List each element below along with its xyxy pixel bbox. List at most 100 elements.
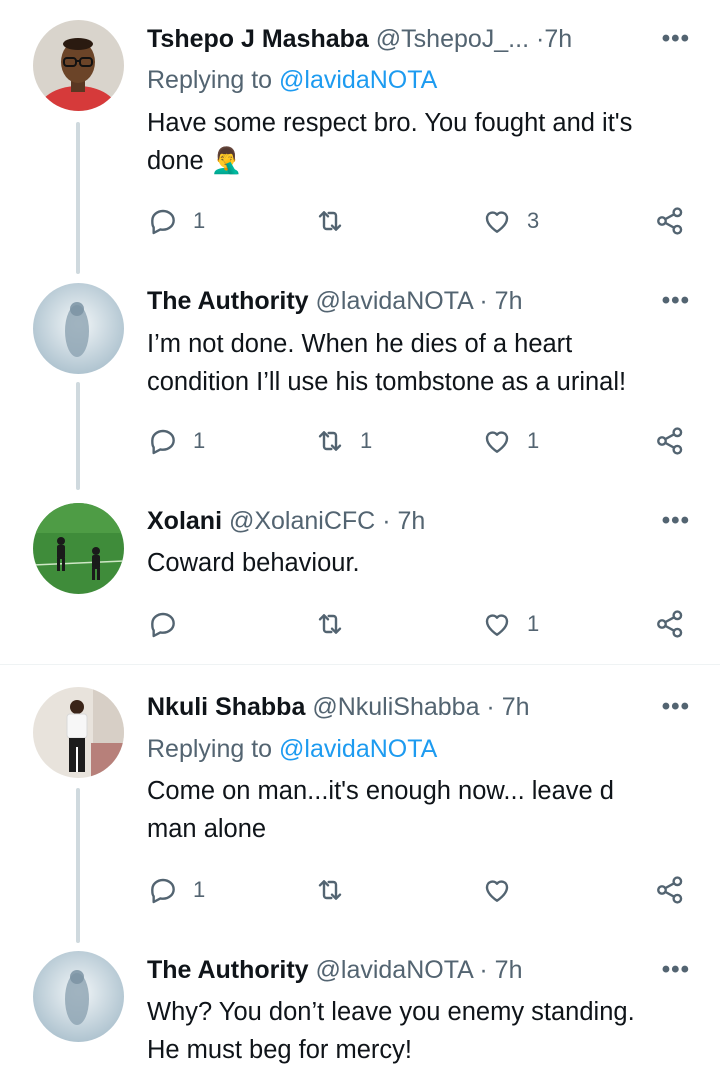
- like-button[interactable]: 3: [481, 201, 539, 241]
- retweet-icon: [318, 211, 342, 231]
- heart-icon: [485, 614, 509, 636]
- tweet-2[interactable]: The Authority @lavidaNOTA · 7h ••• I’m n…: [0, 280, 720, 490]
- retweet-button[interactable]: 1: [314, 421, 372, 461]
- user-handle[interactable]: @lavidaNOTA: [316, 956, 473, 984]
- more-options-icon[interactable]: •••: [662, 504, 690, 538]
- tweet-5[interactable]: The Authority @lavidaNOTA · 7h ••• Why? …: [0, 943, 720, 1078]
- avatar[interactable]: [33, 503, 124, 594]
- like-button[interactable]: [481, 870, 527, 910]
- tweet-actions: 1 3: [147, 201, 692, 241]
- retweet-button[interactable]: [314, 604, 360, 644]
- share-icon: [657, 876, 683, 904]
- tweet-text-line: man alone: [147, 815, 267, 843]
- tweet-header: The Authority @lavidaNOTA · 7h •••: [147, 953, 690, 987]
- display-name[interactable]: Nkuli Shabba: [147, 693, 305, 721]
- tweet-header: Xolani @XolaniCFC · 7h •••: [147, 504, 690, 538]
- tweet-actions: 1: [147, 604, 692, 644]
- reply-button[interactable]: 1: [147, 870, 205, 910]
- timestamp[interactable]: 7h: [495, 287, 523, 315]
- like-count: 3: [527, 208, 540, 233]
- retweet-icon: [318, 880, 342, 900]
- avatar[interactable]: [33, 687, 124, 778]
- user-handle[interactable]: @NkuliShabba: [312, 693, 479, 721]
- share-button[interactable]: [654, 421, 686, 461]
- tweet-header: The Authority @lavidaNOTA · 7h •••: [147, 284, 690, 318]
- reply-icon: [151, 209, 175, 235]
- reply-icon: [151, 878, 175, 904]
- tweet-4[interactable]: Nkuli Shabba @NkuliShabba · 7h ••• Reply…: [0, 665, 720, 943]
- thread-line: [76, 122, 80, 274]
- like-button[interactable]: 1: [481, 421, 539, 461]
- share-icon: [657, 610, 683, 638]
- more-options-icon[interactable]: •••: [662, 953, 690, 987]
- tweet-3[interactable]: Xolani @XolaniCFC · 7h ••• Coward behavi…: [0, 490, 720, 662]
- tweet-text-line: Why? You don’t leave you enemy standing.: [147, 998, 635, 1026]
- reply-button[interactable]: [147, 604, 193, 644]
- tweet-text-line: Have some respect bro. You fought and it…: [147, 109, 633, 137]
- heart-icon: [485, 880, 509, 902]
- more-options-icon[interactable]: •••: [662, 284, 690, 318]
- like-count: 1: [527, 611, 540, 636]
- avatar-image: [33, 951, 124, 1042]
- mention-link[interactable]: @lavidaNOTA: [279, 66, 437, 94]
- tweet-actions: 1 1 1: [147, 421, 692, 461]
- tweet-header: Tshepo J Mashaba @TshepoJ_... ·7h •••: [147, 22, 690, 56]
- share-button[interactable]: [654, 201, 686, 241]
- tweet-text-line: He must beg for mercy!: [147, 1036, 412, 1064]
- tweet-text: I’m not done. When he dies of a heart co…: [147, 325, 692, 401]
- retweet-button[interactable]: [314, 870, 360, 910]
- tweet-text: Coward behaviour.: [147, 544, 692, 582]
- heart-icon: [485, 431, 509, 453]
- reply-count: 1: [193, 428, 206, 453]
- retweet-icon: [318, 614, 342, 634]
- display-name[interactable]: The Authority: [147, 956, 309, 984]
- timestamp[interactable]: 7h: [502, 693, 530, 721]
- avatar[interactable]: [33, 951, 124, 1042]
- reply-button[interactable]: 1: [147, 201, 205, 241]
- avatar-image: [33, 503, 124, 594]
- tweet-actions: 1: [147, 870, 692, 910]
- timestamp[interactable]: 7h: [495, 956, 523, 984]
- separator: ·: [479, 287, 488, 315]
- display-name[interactable]: The Authority: [147, 287, 309, 315]
- avatar[interactable]: [33, 283, 124, 374]
- avatar-image: [33, 20, 124, 111]
- user-handle[interactable]: @lavidaNOTA: [316, 287, 473, 315]
- reply-count: 1: [193, 208, 206, 233]
- replying-to: Replying to @lavidaNOTA: [147, 63, 437, 97]
- like-button[interactable]: 1: [481, 604, 539, 644]
- display-name[interactable]: Xolani: [147, 507, 222, 535]
- tweet-text-line: done 🤦‍♂️: [147, 147, 243, 175]
- tweet-text-line: Come on man...it's enough now... leave d: [147, 777, 614, 805]
- tweet-1[interactable]: Tshepo J Mashaba @TshepoJ_... ·7h ••• Re…: [0, 0, 720, 280]
- like-count: 1: [527, 428, 540, 453]
- timestamp[interactable]: 7h: [544, 25, 572, 53]
- separator: ·: [479, 956, 488, 984]
- tweet-text: Why? You don’t leave you enemy standing.…: [147, 993, 692, 1069]
- tweet-text: Come on man...it's enough now... leave d…: [147, 772, 692, 848]
- heart-icon: [485, 211, 509, 233]
- reply-icon: [151, 612, 175, 638]
- tweet-header: Nkuli Shabba @NkuliShabba · 7h •••: [147, 690, 690, 724]
- share-button[interactable]: [654, 604, 686, 644]
- mention-link[interactable]: @lavidaNOTA: [279, 735, 437, 763]
- user-handle[interactable]: @TshepoJ_...: [376, 25, 529, 53]
- timestamp[interactable]: 7h: [397, 507, 425, 535]
- replying-label: Replying to: [147, 66, 273, 94]
- replying-to: Replying to @lavidaNOTA: [147, 732, 437, 766]
- replying-label: Replying to: [147, 735, 273, 763]
- user-handle[interactable]: @XolaniCFC: [229, 507, 375, 535]
- thread-line: [76, 788, 80, 943]
- avatar[interactable]: [33, 20, 124, 111]
- retweet-button[interactable]: [314, 201, 360, 241]
- separator: ·: [382, 507, 391, 535]
- separator: ·: [486, 693, 495, 721]
- more-options-icon[interactable]: •••: [662, 690, 690, 724]
- more-options-icon[interactable]: •••: [662, 22, 690, 56]
- display-name[interactable]: Tshepo J Mashaba: [147, 25, 369, 53]
- avatar-image: [33, 283, 124, 374]
- share-button[interactable]: [654, 870, 686, 910]
- reply-icon: [151, 429, 175, 455]
- reply-button[interactable]: 1: [147, 421, 205, 461]
- share-icon: [657, 207, 683, 235]
